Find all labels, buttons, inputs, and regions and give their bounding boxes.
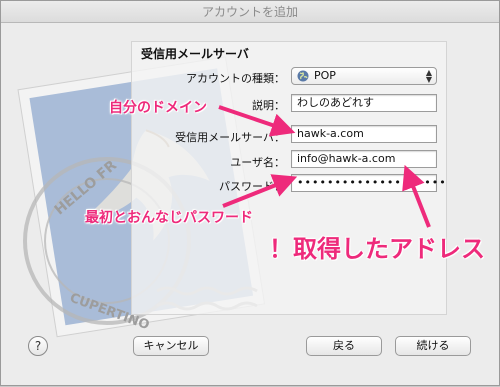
annotation-same-password: 最初とおんなじパスワード bbox=[85, 210, 253, 226]
continue-button[interactable]: 続ける bbox=[395, 336, 471, 356]
password-arrow bbox=[222, 174, 298, 208]
annotation-arrows bbox=[218, 105, 431, 228]
back-button[interactable]: 戻る bbox=[306, 336, 382, 356]
help-button[interactable]: ? bbox=[28, 336, 48, 356]
add-account-window: アカウントを追加 HELLO FR CUPERTINO 受信用メールサーバ アカ… bbox=[0, 0, 500, 386]
address-arrow bbox=[402, 164, 431, 228]
annotation-address: ！取得したアドレス bbox=[269, 235, 485, 263]
domain-arrow bbox=[218, 105, 296, 137]
annotation-domain: 自分のドメイン bbox=[109, 100, 207, 116]
cancel-button[interactable]: キャンセル bbox=[133, 336, 209, 356]
